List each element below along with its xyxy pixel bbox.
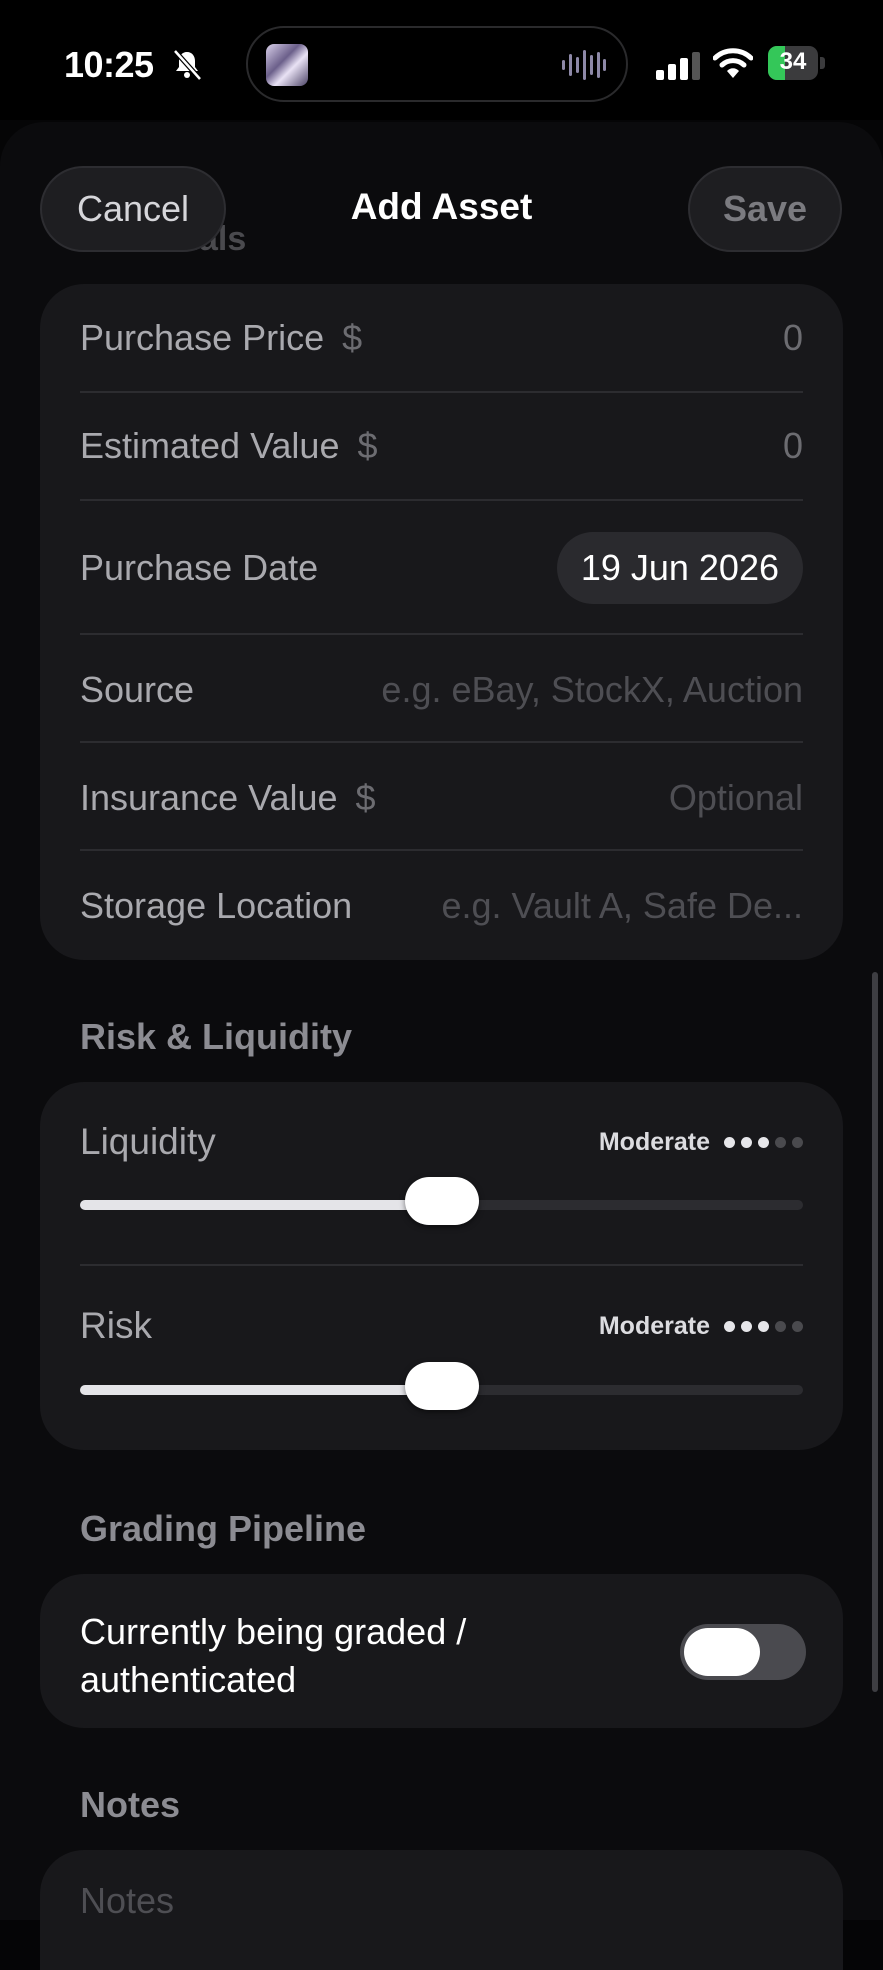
storage-location-input[interactable]: e.g. Vault A, Safe De... (441, 885, 803, 927)
risk-level-text: Moderate (598, 1311, 710, 1340)
liquidity-slider-thumb[interactable] (404, 1177, 479, 1225)
source-label: Source (80, 669, 195, 710)
estimated-value-label: Estimated Value (80, 425, 340, 466)
dollar-sign: $ (357, 425, 378, 466)
divider (80, 499, 803, 501)
divider (80, 741, 803, 743)
divider (80, 633, 803, 635)
risk-level-dots (724, 1320, 803, 1332)
level-dot (758, 1136, 769, 1148)
level-dot (775, 1320, 786, 1332)
save-button[interactable]: Save (688, 166, 842, 252)
level-dot (741, 1320, 752, 1332)
purchase-price-value[interactable]: 0 (783, 317, 803, 359)
battery-percent: 34 (779, 48, 807, 75)
grading-section-title: Grading Pipeline (80, 1508, 367, 1549)
status-bar: 10:25 34 (0, 0, 883, 120)
wifi-icon (713, 48, 753, 78)
level-dot (741, 1136, 752, 1148)
divider (80, 849, 803, 851)
financials-card: Purchase Price $ 0 Estimated Value $ 0 P… (40, 284, 843, 960)
notes-input[interactable]: Notes (80, 1880, 174, 1922)
notes-section-title: Notes (80, 1784, 181, 1825)
divider (80, 1264, 803, 1266)
grading-card: Currently being graded / authenticated (40, 1574, 843, 1728)
audio-waveform-icon (562, 50, 606, 80)
grading-toggle-label: Currently being graded / authenticated (80, 1611, 467, 1700)
risk-liquidity-card: Liquidity Moderate Risk Moderate (40, 1082, 843, 1450)
storage-location-label: Storage Location (80, 885, 353, 926)
source-field[interactable]: Source e.g. eBay, StockX, Auction (80, 656, 803, 724)
liquidity-label: Liquidity (80, 1121, 216, 1162)
dynamic-island[interactable] (246, 26, 628, 102)
silent-bell-icon (173, 49, 202, 81)
purchase-date-label: Purchase Date (80, 547, 319, 588)
insurance-value-label: Insurance Value (80, 777, 338, 818)
insurance-value-field[interactable]: Insurance Value $ Optional (80, 764, 803, 832)
grading-toggle[interactable] (680, 1624, 806, 1680)
risk-slider-thumb[interactable] (404, 1362, 479, 1410)
purchase-date-field: Purchase Date 19 Jun 2026 (80, 532, 803, 604)
liquidity-slider[interactable] (80, 1177, 803, 1225)
level-dot (792, 1320, 803, 1332)
album-art-icon (266, 44, 308, 86)
estimated-value-field[interactable]: Estimated Value $ 0 (80, 412, 803, 480)
level-dot (724, 1320, 735, 1332)
level-dot (792, 1136, 803, 1148)
source-input[interactable]: e.g. eBay, StockX, Auction (381, 669, 803, 711)
scrollbar[interactable] (872, 972, 878, 1692)
battery-icon: 34 (768, 46, 826, 80)
estimated-value-value[interactable]: 0 (783, 425, 803, 467)
purchase-date-picker[interactable]: 19 Jun 2026 (556, 532, 803, 604)
liquidity-header: Liquidity Moderate (80, 1112, 803, 1172)
level-dot (758, 1320, 769, 1332)
level-dot (724, 1136, 735, 1148)
insurance-value-input[interactable]: Optional (669, 777, 803, 819)
dollar-sign: $ (355, 777, 376, 818)
purchase-price-field[interactable]: Purchase Price $ 0 (80, 304, 803, 372)
purchase-price-label: Purchase Price (80, 317, 325, 358)
status-time: 10:25 (64, 44, 154, 85)
toggle-knob (684, 1628, 760, 1676)
risk-liquidity-section-title: Risk & Liquidity (80, 1016, 353, 1057)
risk-slider[interactable] (80, 1362, 803, 1410)
risk-header: Risk Moderate (80, 1296, 803, 1356)
dollar-sign: $ (342, 317, 363, 358)
storage-location-field[interactable]: Storage Location e.g. Vault A, Safe De..… (80, 872, 803, 940)
level-dot (775, 1136, 786, 1148)
cellular-signal-icon (656, 52, 700, 80)
notes-card: Notes (40, 1850, 843, 1970)
risk-label: Risk (80, 1305, 152, 1346)
liquidity-level-dots (724, 1136, 803, 1148)
divider (80, 391, 803, 393)
liquidity-level-text: Moderate (598, 1127, 710, 1156)
